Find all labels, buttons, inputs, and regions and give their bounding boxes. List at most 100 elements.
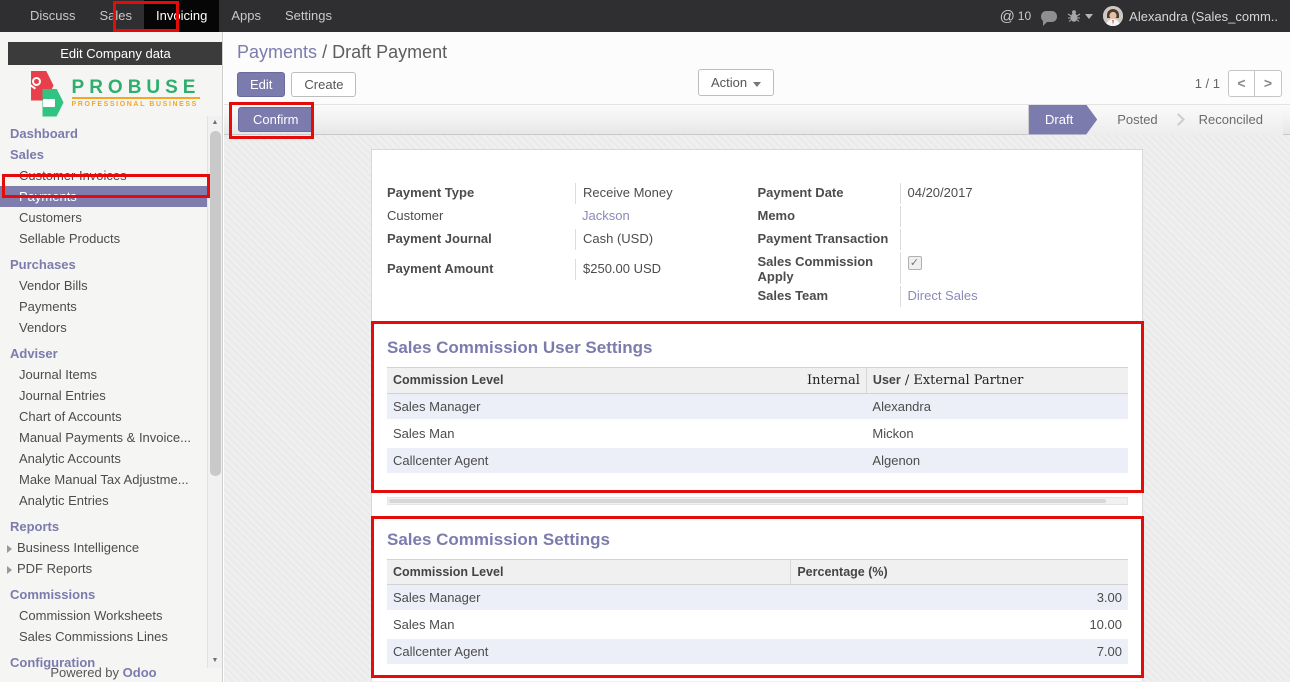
sidebar-item-sales-commissions-lines[interactable]: Sales Commissions Lines (0, 626, 222, 647)
status-step-posted[interactable]: Posted (1097, 105, 1177, 135)
sidebar-heading-reports[interactable]: Reports (0, 516, 222, 537)
sidebar-heading-purchases[interactable]: Purchases (0, 254, 222, 275)
header-label: User (873, 373, 901, 387)
memo-label: Memo (758, 206, 900, 227)
breadcrumb-separator: / (322, 42, 327, 62)
systray: @ 10 Alexandra (Sales_comm.. (1000, 0, 1290, 32)
table-row[interactable]: Callcenter Agent 7.00 (387, 638, 1128, 665)
sidebar-menu: Dashboard Sales Customer Invoices Paymen… (0, 123, 222, 673)
odoo-link[interactable]: Odoo (123, 665, 157, 680)
header-overflow-label: Internal (807, 373, 860, 388)
scroll-down-arrow-icon[interactable]: ▼ (208, 654, 222, 668)
column-header-commission-level[interactable]: Commission Level Internal (387, 368, 866, 394)
edit-company-data-button[interactable]: Edit Company data (8, 42, 223, 65)
caret-down-icon (1085, 14, 1093, 19)
section-title: Sales Commission Settings (387, 530, 1128, 550)
cell-commission-level: Callcenter Agent (387, 447, 866, 474)
sidebar-item-payments-purchases[interactable]: Payments (0, 296, 222, 317)
sidebar-item-payments[interactable]: Payments (0, 186, 222, 207)
sidebar: Edit Company data PROBUSE PROFESSIONAL B… (0, 32, 223, 682)
sidebar-item-manual-payments[interactable]: Manual Payments & Invoice... (0, 427, 222, 448)
payment-transaction-label: Payment Transaction (758, 229, 900, 250)
sidebar-item-commission-worksheets[interactable]: Commission Worksheets (0, 605, 222, 626)
table-row[interactable]: Sales Man Mickon (387, 420, 1128, 447)
sidebar-heading-adviser[interactable]: Adviser (0, 343, 222, 364)
payment-type-value: Receive Money (575, 183, 758, 204)
column-header-percentage[interactable]: Percentage (%) (791, 560, 1128, 585)
sidebar-item-tax-adjustments[interactable]: Make Manual Tax Adjustme... (0, 469, 222, 490)
customer-link[interactable]: Jackson (582, 208, 630, 223)
edit-button[interactable]: Edit (237, 72, 285, 97)
user-menu[interactable]: Alexandra (Sales_comm.. (1103, 6, 1278, 26)
sidebar-item-journal-entries[interactable]: Journal Entries (0, 385, 222, 406)
cell-user: Algenon (866, 447, 1128, 474)
logo-hexagons-icon (22, 69, 68, 117)
sidebar-item-customers[interactable]: Customers (0, 207, 222, 228)
column-header-internal-user[interactable]: User / External Partner (866, 368, 1128, 394)
sidebar-item-chart-of-accounts[interactable]: Chart of Accounts (0, 406, 222, 427)
logo-name: PROBUSE (72, 78, 201, 99)
debug-menu-button[interactable] (1067, 9, 1093, 23)
sidebar-heading-sales[interactable]: Sales (0, 144, 222, 165)
company-logo[interactable]: PROBUSE PROFESSIONAL BUSINESS (0, 65, 222, 117)
table-row[interactable]: Callcenter Agent Algenon (387, 447, 1128, 474)
pager-next-button[interactable]: > (1255, 70, 1282, 97)
sidebar-item-vendor-bills[interactable]: Vendor Bills (0, 275, 222, 296)
cell-percentage: 10.00 (791, 611, 1128, 638)
powered-by-text: Powered by (50, 665, 119, 680)
payment-amount-label: Payment Amount (387, 259, 575, 280)
breadcrumb-payments-link[interactable]: Payments (237, 42, 317, 62)
scrollbar-thumb[interactable] (210, 131, 221, 476)
sales-team-link[interactable]: Direct Sales (908, 288, 978, 303)
payment-type-label: Payment Type (387, 183, 575, 204)
status-step-draft: Draft (1029, 105, 1097, 135)
nav-item-sales[interactable]: Sales (88, 0, 145, 32)
mentions-button[interactable]: @ 10 (1000, 8, 1032, 25)
sidebar-heading-commissions[interactable]: Commissions (0, 584, 222, 605)
nav-item-invoicing[interactable]: Invoicing (144, 0, 219, 32)
chat-bubble-icon (1041, 11, 1057, 22)
column-header-commission-level[interactable]: Commission Level (387, 560, 791, 585)
form-left-column: Payment Type Receive Money Customer Jack… (387, 183, 758, 309)
table-row[interactable]: Sales Manager 3.00 (387, 585, 1128, 612)
payment-journal-value: Cash (USD) (575, 229, 758, 250)
sidebar-item-analytic-entries[interactable]: Analytic Entries (0, 490, 222, 511)
action-dropdown-button[interactable]: Action (698, 69, 774, 96)
nav-item-discuss[interactable]: Discuss (18, 0, 88, 32)
nav-item-apps[interactable]: Apps (219, 0, 273, 32)
payment-transaction-value (900, 229, 1129, 250)
sidebar-item-analytic-accounts[interactable]: Analytic Accounts (0, 448, 222, 469)
sales-commission-apply-checkbox[interactable]: ✓ (908, 256, 922, 270)
messages-button[interactable] (1041, 11, 1057, 22)
sidebar-item-pdf-reports[interactable]: PDF Reports (0, 558, 222, 579)
sidebar-item-sellable-products[interactable]: Sellable Products (0, 228, 222, 249)
table-row[interactable]: Sales Manager Alexandra (387, 394, 1128, 421)
sidebar-item-journal-items[interactable]: Journal Items (0, 364, 222, 385)
sidebar-item-business-intelligence[interactable]: Business Intelligence (0, 537, 222, 558)
cell-commission-level: Sales Manager (387, 585, 791, 612)
scroll-up-arrow-icon[interactable]: ▲ (208, 116, 222, 130)
sidebar-item-customer-invoices[interactable]: Customer Invoices (0, 165, 222, 186)
confirm-button[interactable]: Confirm (238, 107, 314, 132)
cell-user: Mickon (866, 420, 1128, 447)
cell-percentage: 7.00 (791, 638, 1128, 665)
create-button[interactable]: Create (291, 72, 356, 97)
commission-settings-table: Commission Level Percentage (%) Sales Ma… (387, 559, 1128, 666)
payment-date-label: Payment Date (758, 183, 900, 204)
bug-icon (1067, 9, 1081, 23)
breadcrumb: Payments / Draft Payment (237, 42, 1290, 63)
cell-commission-level: Sales Man (387, 611, 791, 638)
horizontal-scrollbar[interactable] (387, 497, 1128, 505)
sidebar-scrollbar[interactable]: ▲ ▼ (207, 116, 222, 668)
sidebar-item-label: PDF Reports (17, 561, 92, 576)
pager-previous-button[interactable]: < (1228, 70, 1255, 97)
pager-count: 1 / 1 (1195, 76, 1220, 91)
avatar (1103, 6, 1123, 26)
scrollbar-thumb[interactable] (389, 499, 1106, 503)
sidebar-item-vendors[interactable]: Vendors (0, 317, 222, 338)
sidebar-item-dashboard[interactable]: Dashboard (0, 123, 222, 144)
nav-item-settings[interactable]: Settings (273, 0, 344, 32)
caret-down-icon (753, 82, 761, 87)
status-step-reconciled[interactable]: Reconciled (1179, 105, 1283, 135)
table-row[interactable]: Sales Man 10.00 (387, 611, 1128, 638)
